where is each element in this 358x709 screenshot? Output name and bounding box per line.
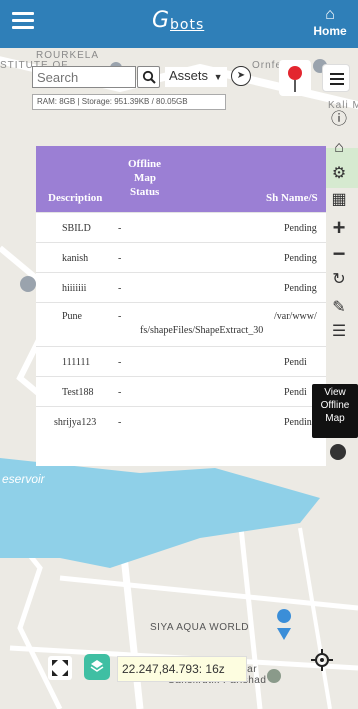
home-icon[interactable]: ⌂ (325, 136, 353, 160)
search-input[interactable] (33, 67, 135, 87)
refresh-icon[interactable]: ↻ (325, 268, 353, 292)
place-label: SIYA AQUA WORLD (150, 622, 250, 633)
list-icon[interactable]: ☰ (325, 320, 353, 344)
sh-name-cell: fs/shapeFiles/ShapeExtract_30 (140, 325, 264, 336)
assets-dropdown[interactable]: Assets ▼ (165, 67, 227, 87)
description-cell: kanish (62, 253, 89, 264)
offline-map-table: Description Offline Map Status Sh Name/S… (36, 146, 326, 466)
top-bar: G bots ⌂ Home (0, 0, 358, 48)
map-icon[interactable]: ▦ (325, 188, 353, 212)
zoom-out-icon[interactable]: − (325, 242, 353, 266)
ram-storage-info: RAM: 8GB | Storage: 951.39KB / 80.05GB (32, 94, 226, 110)
column-header: Description (48, 192, 103, 204)
home-label: Home (313, 24, 347, 38)
layers-button[interactable] (84, 654, 110, 680)
chevron-down-icon: ▼ (213, 72, 223, 82)
menu-button[interactable] (322, 64, 350, 92)
hamburger-icon[interactable] (12, 12, 34, 30)
location-pin-button[interactable] (279, 58, 311, 98)
table-row[interactable]: 111111 - Pendi (36, 346, 326, 376)
search-field[interactable] (32, 66, 136, 88)
assets-label: Assets (169, 68, 209, 83)
fullscreen-button[interactable] (48, 656, 72, 680)
logo-text: bots (170, 17, 205, 33)
table-row[interactable]: shrijya123 - Pending (36, 406, 326, 436)
column-header: Status (130, 186, 160, 198)
locate-icon (311, 649, 333, 671)
description-cell: hiiiiiii (62, 283, 87, 294)
sh-name-cell: Pendi (284, 387, 307, 398)
sh-name-cell: Pending (284, 283, 317, 294)
status-cell: - (118, 223, 122, 234)
status-cell: - (118, 311, 122, 322)
layers-icon (90, 660, 104, 672)
map-pin-icon (279, 60, 311, 96)
status-cell: - (118, 417, 122, 428)
column-header: Sh Name/S (266, 192, 318, 204)
search-button[interactable] (137, 66, 160, 88)
table-row[interactable]: Pune - /var/www/ fs/shapeFiles/ShapeExtr… (36, 302, 326, 346)
expand-icon (52, 660, 68, 676)
description-cell: shrijya123 (54, 417, 97, 428)
description-cell: Test188 (62, 387, 94, 398)
table-row[interactable]: kanish - Pending (36, 242, 326, 272)
description-cell: 111111 (62, 357, 91, 368)
locate-button[interactable] (310, 648, 334, 672)
info-icon[interactable]: ⓘ (325, 108, 353, 132)
column-header: Map (134, 172, 156, 184)
coordinate-readout: 22.247,84.793: 16z (117, 656, 247, 682)
target-icon[interactable]: ➤ (231, 66, 251, 86)
edit-icon[interactable]: ✎ (325, 296, 353, 320)
column-header: Offline (128, 158, 161, 170)
home-icon: ⌂ (325, 6, 335, 23)
app-logo: G bots (152, 8, 205, 33)
description-cell: SBILD (62, 223, 91, 234)
sh-name-cell: Pending (284, 253, 317, 264)
settings-icon[interactable]: ⚙ (325, 162, 353, 186)
reservoir-label: eservoir (2, 472, 45, 486)
sh-name-cell: /var/www/ (274, 311, 317, 322)
description-cell: Pune (62, 311, 82, 322)
table-row[interactable]: Test188 - Pendi (36, 376, 326, 406)
sh-name-cell: Pending (284, 223, 317, 234)
table-header: Description Offline Map Status Sh Name/S (36, 146, 326, 212)
globe-icon[interactable] (330, 444, 346, 460)
view-offline-map-tooltip: View Offline Map (312, 384, 358, 438)
home-button[interactable]: ⌂ Home (310, 6, 350, 44)
sh-name-cell: Pendi (284, 357, 307, 368)
search-icon (142, 70, 156, 84)
app-window: G bots ⌂ Home ROURKELA STITUTE Ornfed Ka… (0, 0, 358, 709)
table-row[interactable]: SBILD - Pending (36, 212, 326, 242)
table-row[interactable]: hiiiiiii - Pending (36, 272, 326, 302)
status-cell: - (118, 387, 122, 398)
zoom-in-icon[interactable]: + (325, 216, 353, 240)
status-cell: - (118, 357, 122, 368)
status-cell: - (118, 253, 122, 264)
status-cell: - (118, 283, 122, 294)
